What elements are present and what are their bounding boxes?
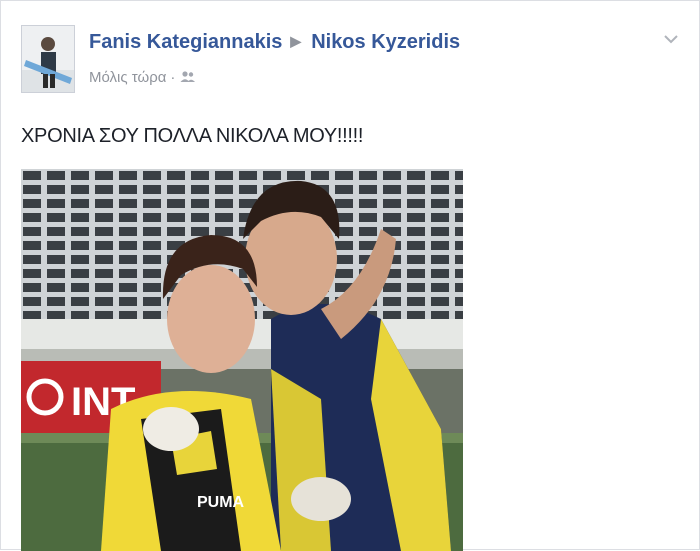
friends-icon[interactable] [179, 69, 197, 89]
post-meta: Μόλις τώρα · [89, 69, 197, 89]
post-text: ΧΡΟΝΙΑ ΣΟΥ ΠΟΛΛΑ ΝΙΚΟΛΑ ΜΟΥ!!!!! [21, 125, 364, 147]
author-name-link[interactable]: Fanis Kategiannakis [89, 31, 282, 53]
feed-post: Fanis Kategiannakis ▶ Nikos Kyzeridis Μόλι… [0, 0, 700, 551]
post-header: Fanis Kategiannakis ▶ Nikos Kyzeridis [89, 31, 460, 54]
photo-jersey-text: PUMA [197, 494, 245, 511]
triangle-right-icon: ▶ [290, 33, 302, 49]
author-avatar[interactable] [21, 25, 75, 93]
chevron-down-icon[interactable] [663, 31, 679, 47]
recipient-name-link[interactable]: Nikos Kyzeridis [311, 31, 460, 53]
meta-separator: · [170, 69, 176, 86]
post-timestamp[interactable]: Μόλις τώρα [89, 69, 166, 86]
post-photo[interactable]: INT PUMA [21, 169, 463, 551]
